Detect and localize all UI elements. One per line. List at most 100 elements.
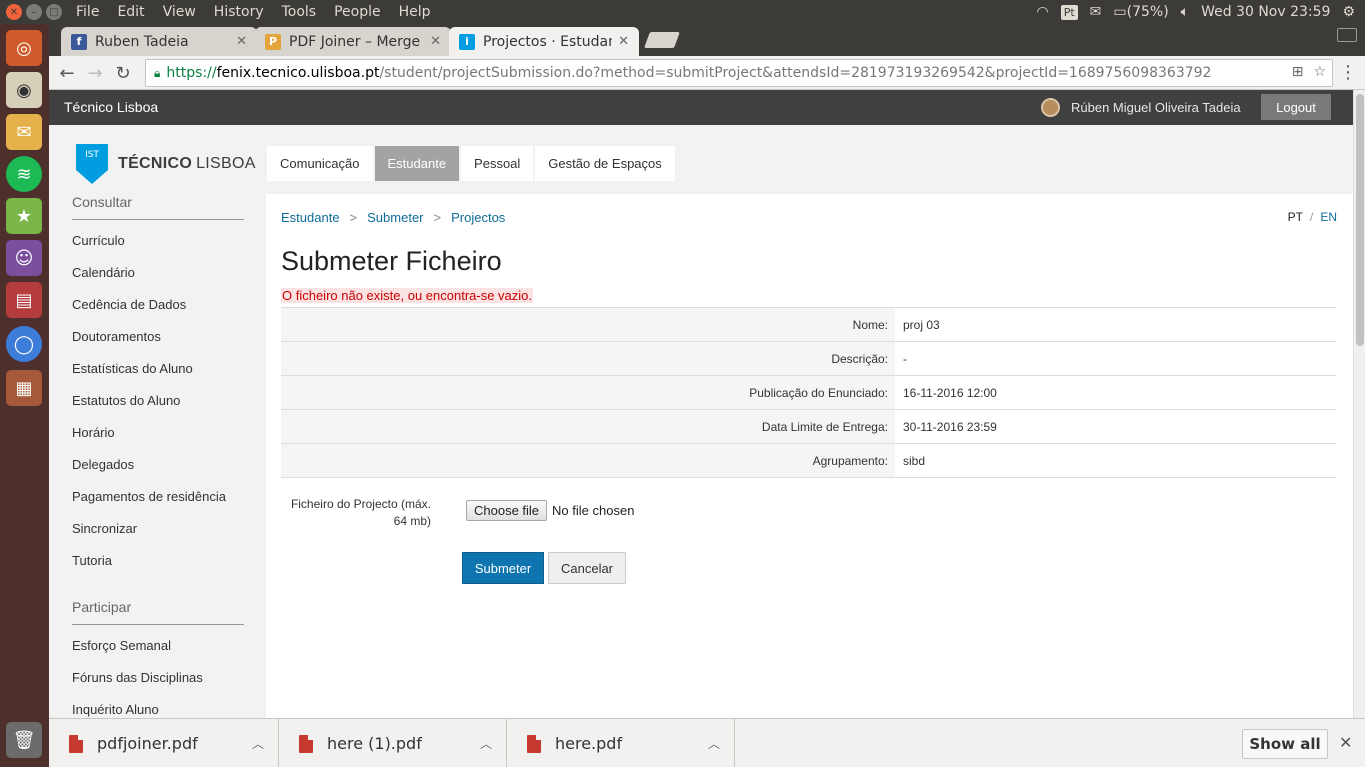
pidgin-icon[interactable]: ☺ <box>6 240 42 276</box>
sidebar-item-tutoria[interactable]: Tutoria <box>72 545 266 577</box>
clock[interactable]: Wed 30 Nov 23:59 <box>1201 4 1330 20</box>
sidebar-item-doutoramentos[interactable]: Doutoramentos <box>72 321 266 353</box>
back-arrow-icon[interactable]: ← <box>55 61 79 85</box>
tab-title: PDF Joiner – Merge <box>289 33 421 50</box>
pdf-file-icon <box>527 734 541 753</box>
keyboard-layout-indicator[interactable]: Pt <box>1060 4 1078 20</box>
close-icon[interactable]: ✕ <box>1339 733 1352 752</box>
nav-estudante[interactable]: Estudante <box>374 146 460 181</box>
battery-icon[interactable]: ▭(75%) <box>1113 4 1168 20</box>
sidebar-consultar-list: Currículo Calendário Cedência de Dados D… <box>72 225 266 577</box>
download-item[interactable]: here (1).pdf ︿ <box>279 719 507 767</box>
breadcrumb-estudante[interactable]: Estudante <box>281 210 340 225</box>
cancel-button[interactable]: Cancelar <box>548 552 626 584</box>
system-indicators: ◠ Pt ✉ ▭(75%) 🔈︎ Wed 30 Nov 23:59 ⚙ <box>1036 0 1355 24</box>
tab-close-icon[interactable]: ✕ <box>430 34 441 49</box>
workspace-switcher-icon[interactable]: ▦ <box>6 370 42 406</box>
breadcrumb-submeter[interactable]: Submeter <box>367 210 423 225</box>
detail-label-agrupamento: Agrupamento: <box>281 443 895 478</box>
site-name[interactable]: Técnico Lisboa <box>64 99 158 115</box>
forward-arrow-icon[interactable]: → <box>83 61 107 85</box>
site-topbar: Técnico Lisboa Rúben Miguel Oliveira Tad… <box>49 90 1353 125</box>
mail-client-icon[interactable]: ✉ <box>6 114 42 150</box>
submit-button[interactable]: Submeter <box>462 552 544 584</box>
sidebar-item-inquerito[interactable]: Inquérito Aluno <box>72 694 266 718</box>
browser-toolbar: ← → ↻ 🔒︎ https://fenix.tecnico.ulisboa.p… <box>49 56 1365 90</box>
translate-icon[interactable]: ⊞ <box>1292 64 1304 80</box>
reload-icon[interactable]: ↻ <box>111 61 135 85</box>
download-item[interactable]: here.pdf ︿ <box>507 719 735 767</box>
scrollbar-thumb[interactable] <box>1356 94 1364 346</box>
nav-comunicacao[interactable]: Comunicação <box>267 146 373 181</box>
file-input: Choose file No file chosen <box>466 500 634 521</box>
unity-launcher: ◎ ◉ ✉ ≋ ★ ☺ ▤ ◯ ▦ 🗑︎ <box>0 24 49 767</box>
volume-icon[interactable]: 🔈︎ <box>1181 4 1189 20</box>
web-page: Técnico Lisboa Rúben Miguel Oliveira Tad… <box>49 90 1353 718</box>
wifi-icon[interactable]: ◠ <box>1036 4 1048 20</box>
menu-help[interactable]: Help <box>399 4 431 20</box>
detail-label-descricao: Descrição: <box>281 341 895 376</box>
choose-file-button[interactable]: Choose file <box>466 500 548 521</box>
sidebar-item-sincronizar[interactable]: Sincronizar <box>72 513 266 545</box>
breadcrumb: Estudante > Submeter > Projectos <box>281 210 505 225</box>
chevron-up-icon[interactable]: ︿ <box>480 735 492 752</box>
browser-menu-icon[interactable]: ⋮ <box>1339 62 1357 83</box>
tab-close-icon[interactable]: ✕ <box>618 34 629 49</box>
feed-reader-icon[interactable]: ★ <box>6 198 42 234</box>
sidebar-item-horario[interactable]: Horário <box>72 417 266 449</box>
menu-people[interactable]: People <box>334 4 381 20</box>
address-bar[interactable]: 🔒︎ https://fenix.tecnico.ulisboa.pt/stud… <box>145 59 1333 87</box>
bookmark-star-icon[interactable]: ☆ <box>1313 64 1326 80</box>
main-content: Estudante > Submeter > Projectos PT / EN… <box>266 194 1353 718</box>
menu-file[interactable]: File <box>76 4 99 20</box>
spotify-icon[interactable]: ≋ <box>6 156 42 192</box>
chromium-icon[interactable]: ◯ <box>6 326 42 362</box>
logout-button[interactable]: Logout <box>1261 94 1331 120</box>
tab-projectos[interactable]: i Projectos · Estudan ✕ <box>449 27 639 56</box>
window-close-icon[interactable]: ✕ <box>6 4 22 20</box>
page-scrollbar[interactable] <box>1353 90 1365 718</box>
menu-tools[interactable]: Tools <box>282 4 317 20</box>
nav-pessoal[interactable]: Pessoal <box>461 146 534 181</box>
sidebar-item-estatisticas[interactable]: Estatísticas do Aluno <box>72 353 266 385</box>
url-host: fenix.tecnico.ulisboa.pt <box>216 65 380 81</box>
window-maximize-icon[interactable]: □ <box>46 4 62 20</box>
tab-facebook[interactable]: f Ruben Tadeia ✕ <box>61 27 257 56</box>
file-cabinet-icon[interactable]: ▤ <box>6 282 42 318</box>
sidebar-item-estatutos[interactable]: Estatutos do Aluno <box>72 385 266 417</box>
show-all-downloads-button[interactable]: Show all <box>1242 729 1328 759</box>
avatar[interactable] <box>1041 98 1060 117</box>
menu-history[interactable]: History <box>214 4 264 20</box>
chevron-up-icon[interactable]: ︿ <box>252 735 264 752</box>
chevron-up-icon[interactable]: ︿ <box>708 735 720 752</box>
sidebar-item-foruns[interactable]: Fóruns das Disciplinas <box>72 662 266 694</box>
menu-view[interactable]: View <box>163 4 196 20</box>
table-row: Nome: proj 03 <box>281 307 1336 342</box>
ubuntu-dash-icon[interactable]: ◎ <box>6 30 42 66</box>
menu-edit[interactable]: Edit <box>117 4 144 20</box>
tab-pdf-joiner[interactable]: P PDF Joiner – Merge ✕ <box>255 27 451 56</box>
sidebar-item-curriculo[interactable]: Currículo <box>72 225 266 257</box>
user-name[interactable]: Rúben Miguel Oliveira Tadeia <box>1071 100 1241 115</box>
mail-icon[interactable]: ✉ <box>1090 4 1102 20</box>
sidebar-item-pagamentos[interactable]: Pagamentos de residência <box>72 481 266 513</box>
lang-pt[interactable]: PT <box>1288 210 1303 224</box>
window-minimize-icon[interactable]: – <box>26 4 42 20</box>
profile-icon[interactable] <box>1337 28 1357 42</box>
nav-gestao-espacos[interactable]: Gestão de Espaços <box>535 146 675 181</box>
detail-value-descricao: - <box>903 351 907 366</box>
tab-close-icon[interactable]: ✕ <box>236 34 247 49</box>
new-tab-button[interactable] <box>644 32 680 48</box>
sidebar-item-delegados[interactable]: Delegados <box>72 449 266 481</box>
trash-icon[interactable]: 🗑︎ <box>6 722 42 758</box>
sidebar-item-cedencia-dados[interactable]: Cedência de Dados <box>72 289 266 321</box>
sidebar-item-calendario[interactable]: Calendário <box>72 257 266 289</box>
lang-en[interactable]: EN <box>1320 210 1337 224</box>
download-item[interactable]: pdfjoiner.pdf ︿ <box>49 719 279 767</box>
settings-gear-icon[interactable]: ⚙ <box>1342 4 1355 20</box>
rhythmbox-icon[interactable]: ◉ <box>6 72 42 108</box>
breadcrumb-projectos[interactable]: Projectos <box>451 210 505 225</box>
tecnico-lisboa-logo[interactable]: IST TÉCNICO LISBOA <box>76 144 256 184</box>
sidebar-item-esforco-semanal[interactable]: Esforço Semanal <box>72 630 266 662</box>
main-navigation: Comunicação Estudante Pessoal Gestão de … <box>267 146 675 181</box>
